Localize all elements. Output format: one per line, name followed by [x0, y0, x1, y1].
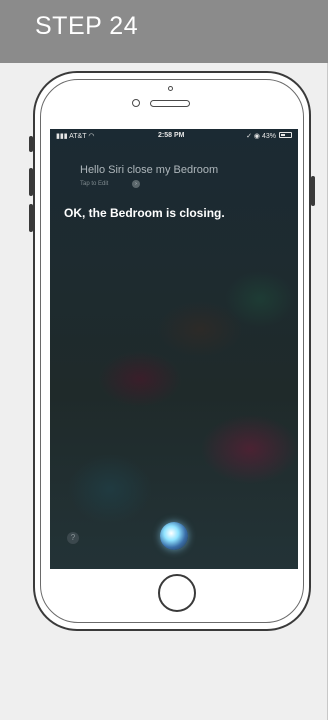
siri-response-text: OK, the Bedroom is closing.: [64, 206, 225, 220]
volume-up-button: [29, 168, 33, 196]
page-edge: [328, 0, 336, 720]
step-title: STEP 24: [35, 12, 139, 40]
status-indicators: ✓ ◉ 43%: [246, 133, 276, 140]
step-header: STEP 24: [0, 0, 328, 63]
siri-orb-icon[interactable]: [160, 522, 188, 550]
wifi-icon: ◠: [88, 133, 95, 140]
phone-screen: ▮▮▮ AT&T ◠ 2:58 PM ✓ ◉ 43% Hello Siri cl…: [50, 129, 298, 569]
chevron-right-icon[interactable]: ›: [132, 180, 140, 188]
instruction-page: STEP 24 ▮▮▮ AT&T ◠ 2:58 PM ✓ ◉ 43% Hello…: [0, 0, 336, 720]
tap-to-edit-label[interactable]: Tap to Edit: [80, 181, 108, 187]
front-camera: [132, 99, 140, 107]
siri-query-text[interactable]: Hello Siri close my Bedroom: [80, 164, 218, 176]
volume-down-button: [29, 204, 33, 232]
help-icon[interactable]: ?: [67, 532, 79, 544]
status-bar: ▮▮▮ AT&T ◠ 2:58 PM ✓ ◉ 43%: [50, 129, 298, 143]
proximity-sensor: [168, 86, 173, 91]
home-button[interactable]: [158, 574, 196, 612]
mute-switch: [29, 136, 33, 152]
power-button: [311, 176, 315, 206]
earpiece-speaker: [150, 100, 190, 107]
signal-icon: ▮▮▮: [56, 133, 68, 140]
carrier-label: ▮▮▮ AT&T ◠: [56, 133, 95, 140]
battery-level: [281, 134, 285, 136]
battery-icon: [279, 132, 292, 138]
status-time: 2:58 PM: [158, 132, 185, 139]
